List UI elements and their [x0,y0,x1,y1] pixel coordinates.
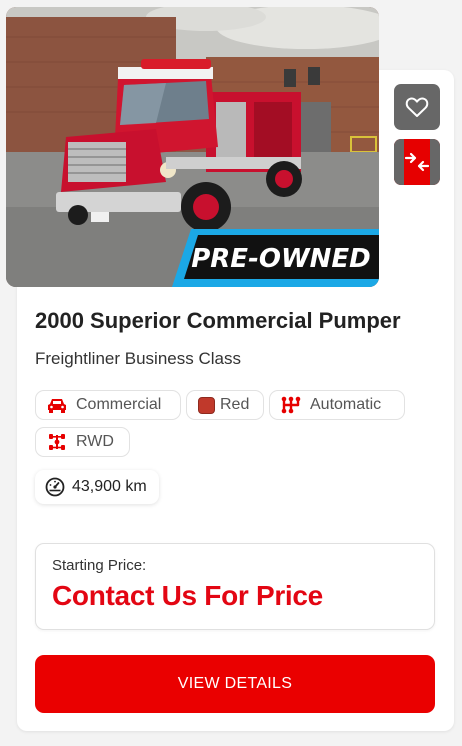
compare-button[interactable] [394,139,440,185]
color-swatch-icon [197,395,215,415]
car-icon [46,395,68,415]
listing-subtitle: Freightliner Business Class [35,349,241,368]
mileage-value: 43,900 km [72,478,147,495]
listing-title[interactable]: 2000 Superior Commercial Pumper [35,308,401,334]
spec-color: Red [186,390,264,420]
spec-transmission: Automatic [269,390,405,420]
spec-body-type: Commercial [35,390,181,420]
compare-button-edge [430,139,440,185]
price-box: Starting Price: Contact Us For Price [35,543,435,630]
spec-label: Commercial [76,396,162,413]
pre-owned-badge: PRE-OWNED [191,244,371,274]
spec-label: RWD [76,433,114,450]
compare-button-edge [394,139,404,185]
spec-drivetrain: RWD [35,427,130,457]
heart-icon [405,97,429,117]
mileage-badge: 43,900 km [35,470,159,504]
transmission-icon [280,395,302,415]
vehicle-photo[interactable]: PRE-OWNED [6,7,379,287]
favorite-button[interactable] [394,84,440,130]
speedometer-icon [45,477,65,497]
view-details-button[interactable]: VIEW DETAILS [35,655,435,713]
spec-label: Red [220,396,250,413]
drivetrain-icon [46,432,68,452]
price-value[interactable]: Contact Us For Price [52,580,323,612]
price-label: Starting Price: [52,557,147,574]
compare-arrows-icon [404,152,430,172]
fire-truck-image: PRE-OWNED [6,7,379,287]
spec-label: Automatic [310,396,382,413]
